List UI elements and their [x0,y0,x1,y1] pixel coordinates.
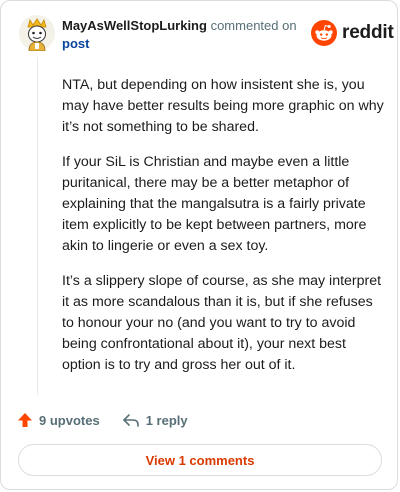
avatar-image [19,15,55,52]
comment-header: MayAsWellStopLurking commented on post [62,17,312,53]
upvote-count: 9 upvotes [39,412,100,428]
reply-count: 1 reply [145,412,188,428]
user-avatar[interactable] [19,15,55,52]
upvote-arrow-icon [18,413,32,427]
reply-arrow-icon [122,414,139,427]
comment-action-text: commented on [210,18,297,33]
upvote-button[interactable]: 9 upvotes [17,412,100,428]
post-link[interactable]: post [62,36,89,51]
comment-actions: 9 upvotes 1 reply [17,409,188,431]
comment-paragraph: It’s a slippery slope of course, as she … [62,272,382,374]
username-link[interactable]: MayAsWellStopLurking [62,18,207,33]
reddit-logo-icon [311,20,337,46]
comment-body: NTA, but depending on how insistent she … [62,75,387,390]
reddit-wordmark: reddit [342,22,394,43]
reply-button[interactable]: 1 reply [122,412,188,428]
comment-paragraph: NTA, but depending on how insistent she … [62,77,384,136]
reddit-brand[interactable]: reddit [311,19,394,47]
view-comments-button[interactable]: View 1 comments [18,444,382,476]
comment-card: MayAsWellStopLurking commented on post r… [0,0,398,490]
comment-paragraph: If your SiL is Christian and maybe even … [62,153,367,255]
thread-line[interactable] [37,57,38,395]
